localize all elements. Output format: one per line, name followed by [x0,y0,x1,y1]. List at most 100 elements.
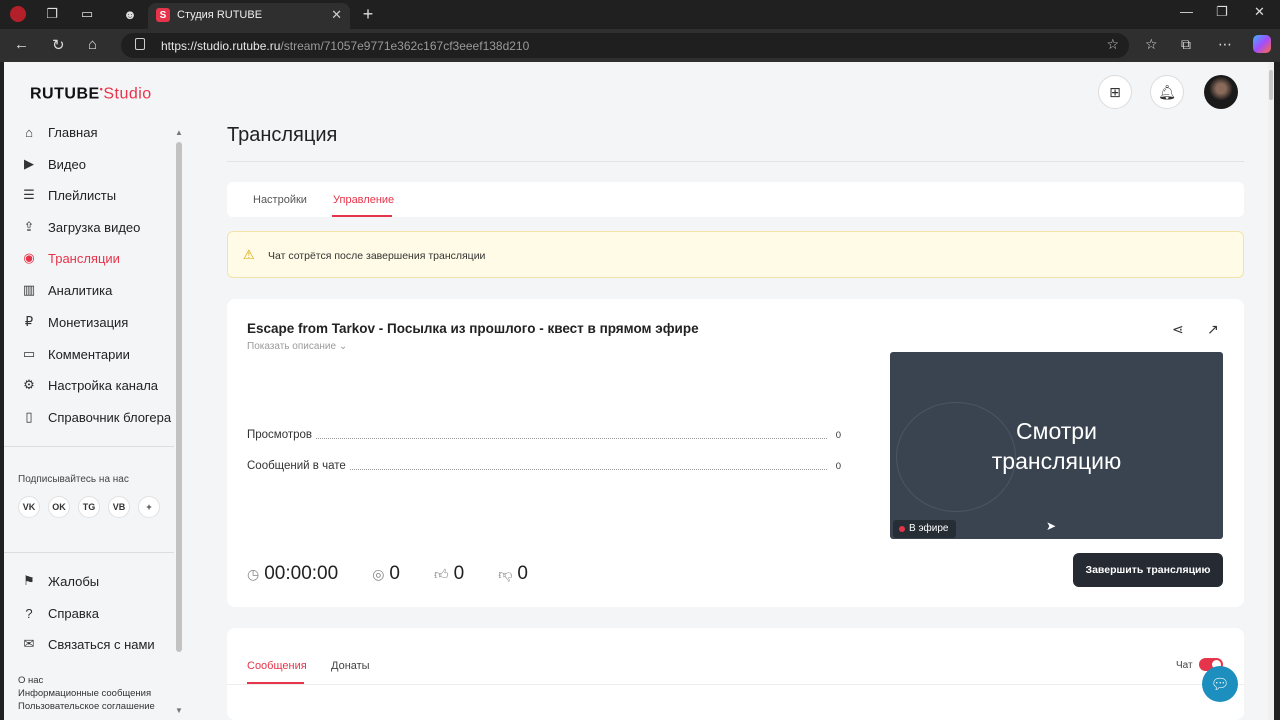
metric-timer: ◷ 00:00:00 [247,563,339,584]
sidebar-item-video[interactable]: ▶ Видео [20,153,86,175]
player-overlay-text: Смотри трансляцию [991,418,1122,474]
flag-icon: ⚑ [23,573,35,588]
stream-metrics: ◷ 00:00:00 ◎ 0 👍︎ 0 👎︎ 0 [247,561,562,587]
more-icon[interactable]: ⋯ [1218,36,1232,53]
sidebar-item-label: Справочник блогера [48,409,172,425]
subscribe-label: Подписывайтесь на нас [18,474,129,485]
stat-chat-messages: Сообщений в чате 0 [247,460,841,474]
favorites-icon[interactable]: ☆ [1145,36,1158,53]
user-agreement-link[interactable]: Пользовательское соглашение [18,700,155,713]
more-social-icon[interactable]: + [138,496,160,518]
odnoklassniki-icon[interactable]: OK [48,496,70,518]
support-chat-button[interactable]: 💬︎ [1202,666,1238,702]
rutube-studio-logo[interactable]: RUTUBE•Studio [30,84,152,103]
home-browser-icon[interactable]: ⌂ [88,36,97,53]
sidebar-item-label: Справка [48,605,99,621]
add-content-button[interactable]: ⊞ [1098,75,1132,109]
close-tab-icon[interactable]: ✕ [331,7,342,23]
url-field[interactable]: https://studio.rutube.ru/stream/71057e97… [121,33,1129,58]
notifications-button[interactable]: 🔔︎ [1150,75,1184,109]
maximize-icon[interactable]: ❐ [1216,4,1228,20]
scroll-up-icon[interactable]: ▲ [175,128,183,137]
sidebar-item-home[interactable]: ⌂ Главная [20,121,97,143]
sidebar-item-contact[interactable]: ✉ Связаться с нами [20,633,155,655]
lock-icon[interactable] [135,38,145,50]
tab-actions-icon[interactable]: ▭ [78,5,96,23]
share-icon[interactable]: ⋖ [1172,321,1184,338]
chevron-down-icon: ⌄ [338,341,348,352]
chat-warning-banner: ⚠ Чат сотрётся после завершения трансляц… [227,231,1244,278]
sidebar-item-broadcasts[interactable]: ◉ Трансляции [20,247,120,269]
comments-icon: ▭ [22,346,36,361]
sidebar-item-analytics[interactable]: ▥ Аналитика [20,279,113,301]
pinned-tab-icon[interactable]: ☻ [121,5,139,23]
mail-icon: ✉ [23,636,35,651]
reload-icon[interactable]: ↻ [52,36,65,54]
tab-title: Студия RUTUBE [177,9,263,21]
sidebar-item-playlists[interactable]: ☰ Плейлисты [20,184,116,206]
sidebar-item-label: Трансляции [48,250,120,266]
new-tab-icon[interactable]: + [359,4,377,24]
sidebar-item-label: Главная [48,124,98,140]
upload-icon: ⇪ [23,219,35,234]
page-scrollbar[interactable] [1268,62,1274,720]
window-close-icon[interactable]: ✕ [1254,4,1265,20]
stream-preview-player[interactable]: Смотри трансляцию В эфире ➤ [890,352,1223,539]
thumbs-up-icon: 👍︎ [433,565,449,582]
sidebar-item-label: Монетизация [48,314,129,330]
tab-messages[interactable]: Сообщения [247,660,307,672]
collections-icon[interactable]: ⧉ [1181,36,1191,53]
sidebar-scroll-thumb[interactable] [176,142,182,652]
workspaces-icon[interactable]: ❐ [43,5,61,23]
chat-bubble-icon: 💬︎ [1210,676,1230,693]
sidebar-item-blogger-guide[interactable]: ▯ Справочник блогера [20,406,171,428]
sidebar-item-help[interactable]: ? Справка [20,602,99,624]
info-messages-link[interactable]: Информационные сообщения [18,687,155,700]
profile-icon[interactable] [9,5,27,23]
viber-icon[interactable]: VB [108,496,130,518]
chat-toggle-label: Чат [1176,660,1193,671]
sidebar-scrollbar[interactable]: ▲ ▼ [175,128,183,720]
help-icon: ? [25,605,33,621]
metric-likes: 👍︎ 0 [433,563,465,584]
url-text: https://studio.rutube.ru/stream/71057e97… [161,39,530,53]
thumbs-down-icon: 👎︎ [498,565,513,582]
tab-donations[interactable]: Донаты [331,660,370,672]
playlist-icon: ☰ [23,187,35,202]
page: RUTUBE•Studio ⊞ 🔔︎ ⌂ Главная ▶ Видео ☰ Плей… [4,62,1274,720]
active-tab-underline [332,215,392,217]
sidebar-item-label: Видео [48,156,86,172]
telegram-icon[interactable]: TG [78,496,100,518]
vk-icon[interactable]: VK [18,496,40,518]
sidebar-item-complaints[interactable]: ⚑ Жалобы [20,570,99,592]
sidebar-divider [4,552,174,553]
sidebar-item-channel-settings[interactable]: ⚙ Настройка канала [20,374,158,396]
analytics-icon: ▥ [22,282,36,297]
stat-value: 0 [832,430,841,441]
tab-rutube-studio[interactable]: S Студия RUTUBE ✕ [148,3,350,29]
scroll-down-icon[interactable]: ▼ [175,706,183,715]
sidebar-item-label: Связаться с нами [48,636,155,652]
open-external-icon[interactable]: ↗ [1207,321,1219,338]
home-icon: ⌂ [25,124,33,140]
end-stream-button[interactable]: Завершить трансляцию [1073,553,1223,587]
stat-value: 0 [832,461,841,472]
clock-icon: ◷ [247,565,260,582]
tab-management[interactable]: Управление [333,194,394,206]
show-description-toggle[interactable]: Показать описание ⌄ [247,341,347,352]
metric-viewers: ◎ 0 [372,563,400,584]
about-link[interactable]: О нас [18,674,155,687]
tab-settings[interactable]: Настройки [253,194,307,206]
warning-icon: ⚠ [243,247,255,262]
sidebar-item-monetization[interactable]: ₽ Монетизация [20,311,128,333]
avatar[interactable] [1204,75,1238,109]
page-title: Трансляция [227,124,338,146]
sidebar-item-upload[interactable]: ⇪ Загрузка видео [20,216,141,238]
stat-views: Просмотров 0 [247,429,841,443]
minimize-icon[interactable]: — [1180,4,1193,19]
sidebar-item-comments[interactable]: ▭ Комментарии [20,343,130,365]
favorite-star-icon[interactable]: ☆ [1106,36,1119,53]
copilot-icon[interactable] [1253,35,1271,53]
back-icon[interactable]: ← [14,36,29,53]
user-icon: ◎ [372,565,385,582]
